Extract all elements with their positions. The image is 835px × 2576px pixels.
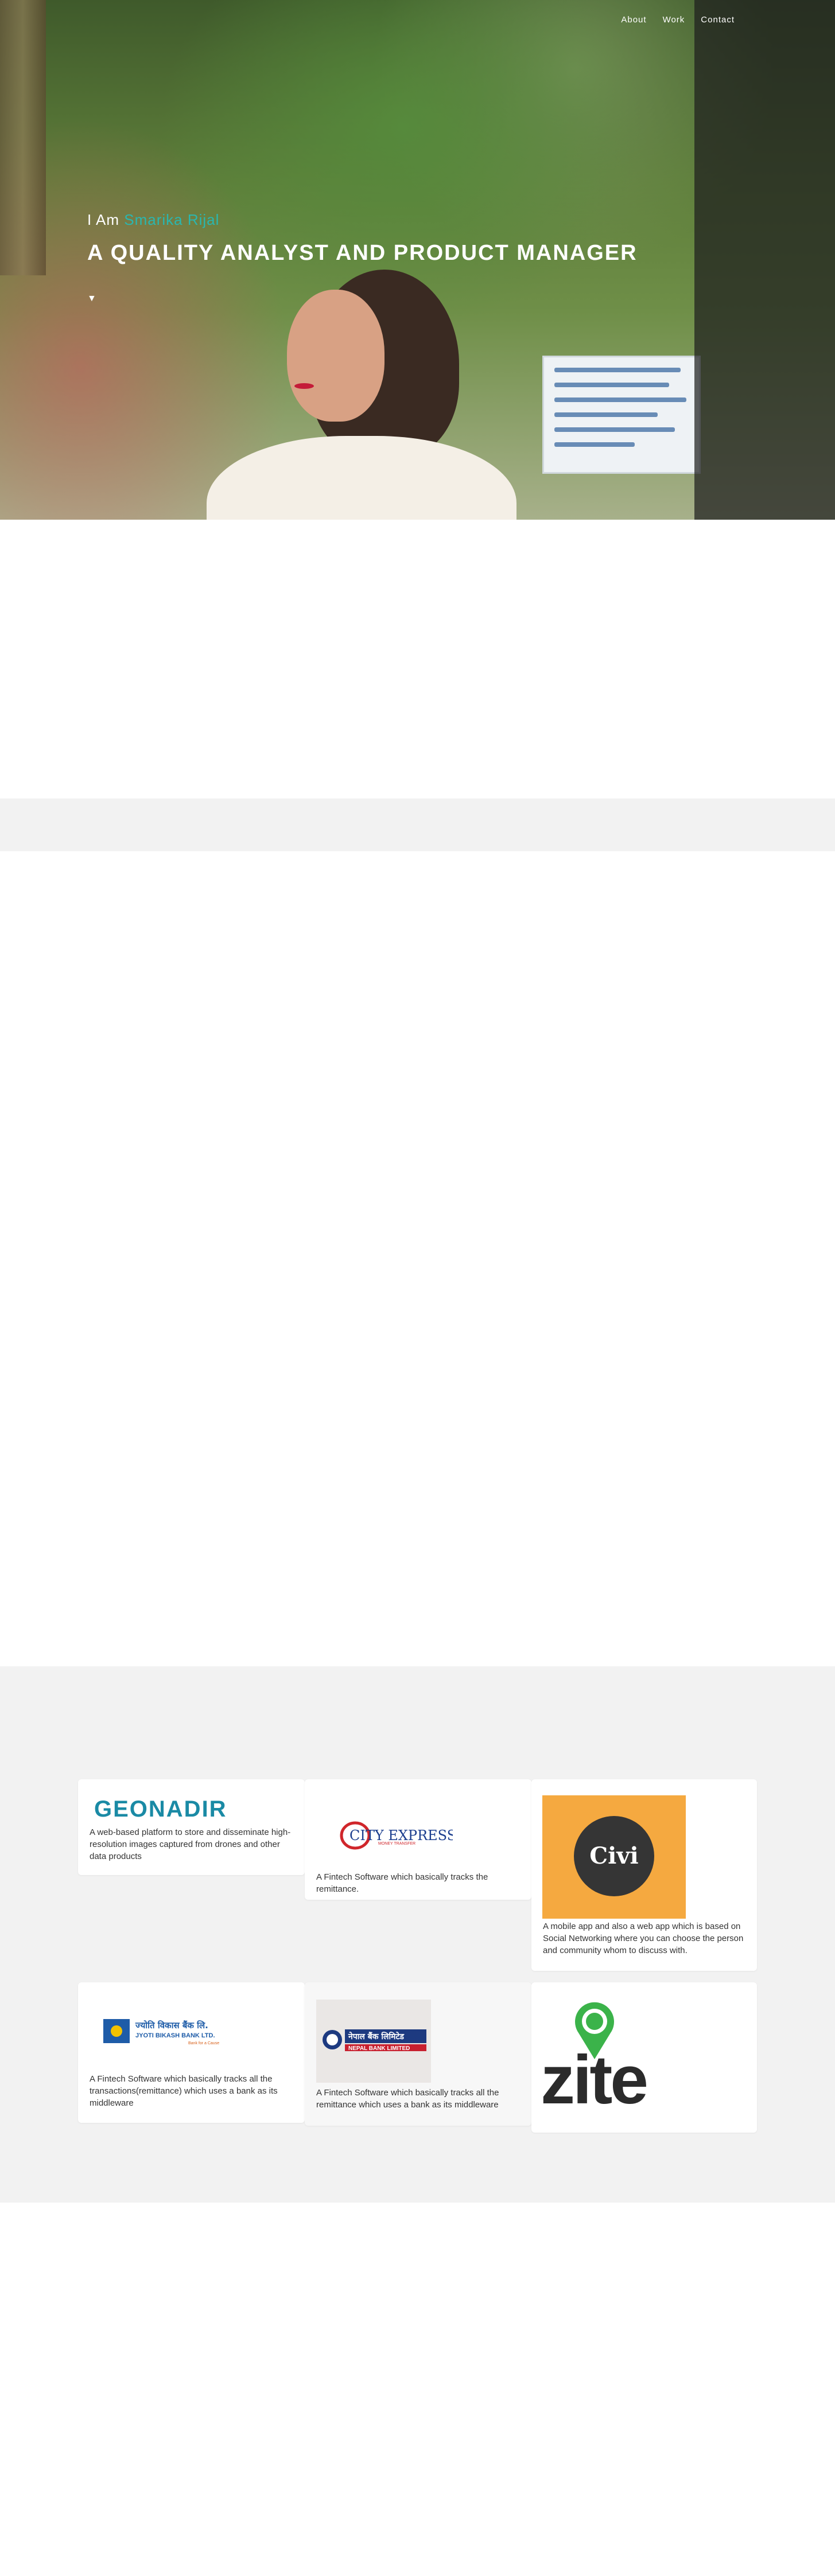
nav-contact[interactable]: Contact [701,15,735,25]
nav-about[interactable]: About [621,15,646,25]
project-description: A Fintech Software which basically track… [316,2088,499,2110]
hero-background-sign [542,356,701,474]
section-divider-band [0,798,835,851]
scroll-down-icon[interactable]: ▼ [87,294,96,304]
hero-tree-trunk [0,0,46,275]
hero-portrait-face [287,290,385,422]
jyoti-bikash-bank-logo: ज्योति विकास बैंक लि. JYOTI BIKASH BANK … [103,2019,219,2045]
project-card-city-express[interactable]: CITY EXPRESS MONEY TRANSFER A Fintech So… [305,1779,531,1900]
zite-logo: zite [541,2041,648,2118]
jyoti-bikash-english: JYOTI BIKASH BANK LTD. [135,2032,215,2039]
hero-dark-overlay [694,0,835,520]
hero-portrait-body [207,436,516,520]
project-card-nepal-bank[interactable]: नेपाल बैंक लिमिटेड NEPAL BANK LIMITED A … [305,1982,531,2126]
city-express-tagline: MONEY TRANSFER [378,1842,415,1846]
project-description: A web-based platform to store and dissem… [90,1827,291,1861]
top-nav: About Work Contact [621,15,735,25]
city-express-wordmark: CITY EXPRESS [349,1827,453,1844]
project-card-zite[interactable]: zite [531,1982,757,2133]
project-card-jyoti-bikash[interactable]: ज्योति विकास बैंक लि. JYOTI BIKASH BANK … [78,1982,305,2123]
civi-logo: Civi [542,1795,686,1919]
project-description: A Fintech Software which basically track… [316,1872,488,1894]
project-description: A Fintech Software which basically track… [90,2074,278,2108]
hero-portrait-lips [294,383,314,389]
jyoti-bikash-tagline: Bank for a Cause [188,2041,219,2045]
project-description: A mobile app and also a web app which is… [543,1922,744,1955]
hero-intro: I Am Smarika Rijal [87,211,219,229]
nepal-bank-logo: नेपाल बैंक लिमिटेड NEPAL BANK LIMITED [316,2000,431,2083]
nav-work[interactable]: Work [663,15,685,25]
nepal-bank-english: NEPAL BANK LIMITED [348,2045,410,2052]
jyoti-bikash-devanagari: ज्योति विकास बैंक लि. [135,2020,208,2031]
civi-logo-circle: Civi [574,1816,654,1896]
project-card-geonadir[interactable]: GEONADIR A web-based platform to store a… [78,1779,305,1875]
intro-name: Smarika Rijal [124,211,220,228]
project-card-civi[interactable]: Civi A mobile app and also a web app whi… [531,1779,757,1971]
hero-section: About Work Contact I Am Smarika Rijal A … [0,0,835,520]
nepal-bank-devanagari: नेपाल बैंक लिमिटेड [348,2032,405,2041]
intro-prefix: I Am [87,211,120,228]
hero-headline: A QUALITY ANALYST AND PRODUCT MANAGER [87,241,638,265]
geonadir-logo: GEONADIR [94,1796,227,1822]
city-express-logo: CITY EXPRESS MONEY TRANSFER [340,1821,453,1850]
